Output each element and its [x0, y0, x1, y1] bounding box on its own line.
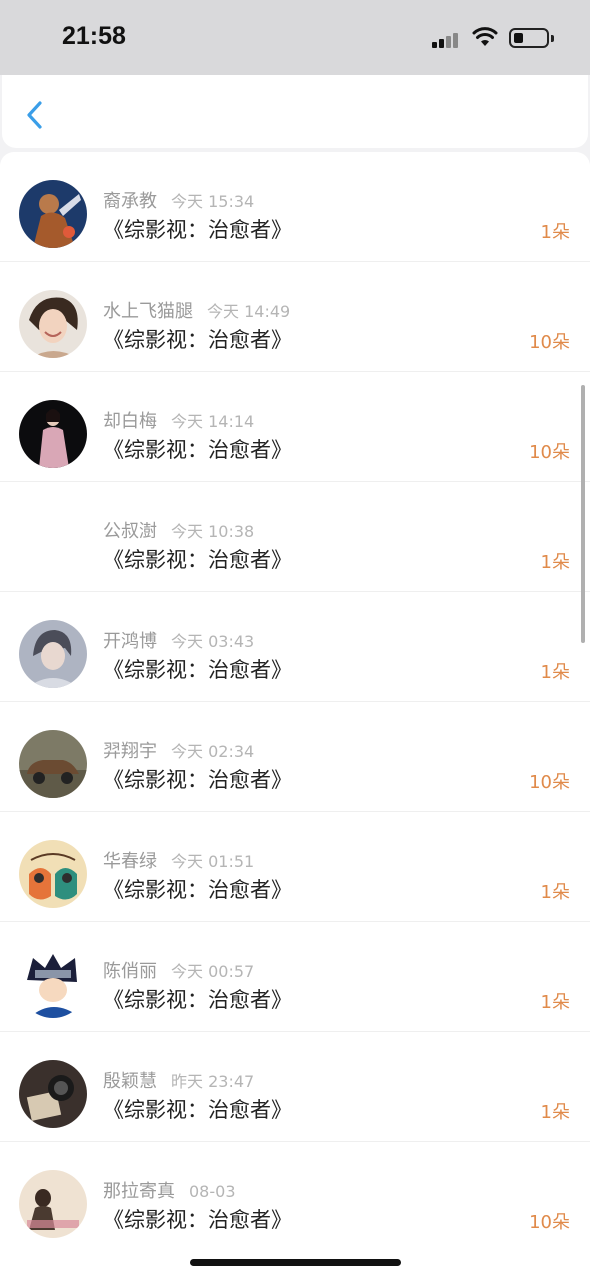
- user-name: 殷颖慧 昨天 23:47: [103, 1071, 255, 1092]
- person-photo-avatar[interactable]: [19, 1170, 87, 1238]
- flower-count: 1朵: [540, 882, 570, 903]
- flower-count: 10朵: [529, 772, 570, 793]
- scrollbar[interactable]: [581, 385, 585, 643]
- status-bar: 21:58: [0, 0, 590, 75]
- user-name: 公叔澍 今天 10:38: [103, 521, 255, 542]
- list-item[interactable]: 水上飞猫腿 今天 14:49 《综影视：治愈者》 10朵: [0, 262, 590, 372]
- flower-count: 10朵: [529, 1212, 570, 1233]
- girl-portrait-avatar[interactable]: [19, 620, 87, 688]
- user-name: 华春绿 今天 01:51: [103, 851, 255, 872]
- timestamp: 今天 03:43: [171, 632, 255, 651]
- flower-count: 1朵: [540, 992, 570, 1013]
- nav-bar: [2, 75, 588, 148]
- battery-icon: [509, 28, 554, 48]
- flower-count: 10朵: [529, 442, 570, 463]
- book-title: 《综影视：治愈者》: [103, 438, 292, 462]
- timestamp: 今天 14:14: [171, 412, 255, 431]
- list-item[interactable]: 羿翔宇 今天 02:34 《综影视：治愈者》 10朵: [0, 702, 590, 812]
- timestamp: 今天 02:34: [171, 742, 255, 761]
- gift-record-list: 裔承教 今天 15:34 《综影视：治愈者》 1朵 水上飞猫腿 今天 14:49 《…: [0, 152, 590, 1280]
- timestamp: 今天 10:38: [171, 522, 255, 541]
- book-title: 《综影视：治愈者》: [103, 328, 292, 352]
- pink-coat-woman-avatar[interactable]: [19, 400, 87, 468]
- book-title: 《综影视：治愈者》: [103, 878, 292, 902]
- timestamp: 08-03: [189, 1182, 236, 1201]
- back-chevron-icon[interactable]: [20, 97, 50, 133]
- vintage-car-avatar[interactable]: [19, 730, 87, 798]
- list-item[interactable]: 却白梅 今天 14:14 《综影视：治愈者》 10朵: [0, 372, 590, 482]
- ninja-cartoon-avatar[interactable]: [19, 950, 87, 1018]
- timestamp: 今天 00:57: [171, 962, 255, 981]
- list-item[interactable]: 公叔澍 今天 10:38 《综影视：治愈者》 1朵: [0, 482, 590, 592]
- camera-avatar[interactable]: [19, 1060, 87, 1128]
- timestamp: 今天 15:34: [171, 192, 255, 211]
- empty-avatar[interactable]: [19, 510, 87, 578]
- timestamp: 今天 14:49: [207, 302, 291, 321]
- timestamp: 昨天 23:47: [171, 1072, 255, 1091]
- user-name: 开鸿博 今天 03:43: [103, 631, 255, 652]
- list-item[interactable]: 裔承教 今天 15:34 《综影视：治愈者》 1朵: [0, 152, 590, 262]
- user-name: 羿翔宇 今天 02:34: [103, 741, 255, 762]
- status-time: 21:58: [62, 22, 126, 50]
- flower-count: 1朵: [540, 552, 570, 573]
- armored-hero-avatar[interactable]: [19, 180, 87, 248]
- flower-count: 10朵: [529, 332, 570, 353]
- flower-count: 1朵: [540, 222, 570, 243]
- wifi-icon: [472, 27, 498, 46]
- book-title: 《综影视：治愈者》: [103, 768, 292, 792]
- book-title: 《综影视：治愈者》: [103, 218, 292, 242]
- flower-count: 1朵: [540, 1102, 570, 1123]
- list-item[interactable]: 陈俏丽 今天 00:57 《综影视：治愈者》 1朵: [0, 922, 590, 1032]
- user-name: 却白梅 今天 14:14: [103, 411, 255, 432]
- list-item[interactable]: 殷颖慧 昨天 23:47 《综影视：治愈者》 1朵: [0, 1032, 590, 1142]
- book-title: 《综影视：治愈者》: [103, 658, 292, 682]
- list-item[interactable]: 那拉寄真 08-03 《综影视：治愈者》 10朵: [0, 1142, 590, 1252]
- user-name: 水上飞猫腿 今天 14:49: [103, 301, 291, 322]
- list-item[interactable]: 开鸿博 今天 03:43 《综影视：治愈者》 1朵: [0, 592, 590, 702]
- timestamp: 今天 01:51: [171, 852, 255, 871]
- smiling-woman-avatar[interactable]: [19, 290, 87, 358]
- book-title: 《综影视：治愈者》: [103, 1098, 292, 1122]
- user-name: 那拉寄真 08-03: [103, 1181, 236, 1202]
- user-name: 陈俏丽 今天 00:57: [103, 961, 255, 982]
- list-item[interactable]: 华春绿 今天 01:51 《综影视：治愈者》 1朵: [0, 812, 590, 922]
- cellular-signal-icon: [432, 30, 462, 48]
- user-name: 裔承教 今天 15:34: [103, 191, 255, 212]
- book-title: 《综影视：治愈者》: [103, 988, 292, 1012]
- book-title: 《综影视：治愈者》: [103, 548, 292, 572]
- gemini-owls-avatar[interactable]: [19, 840, 87, 908]
- home-indicator: [190, 1259, 401, 1266]
- book-title: 《综影视：治愈者》: [103, 1208, 292, 1232]
- flower-count: 1朵: [540, 662, 570, 683]
